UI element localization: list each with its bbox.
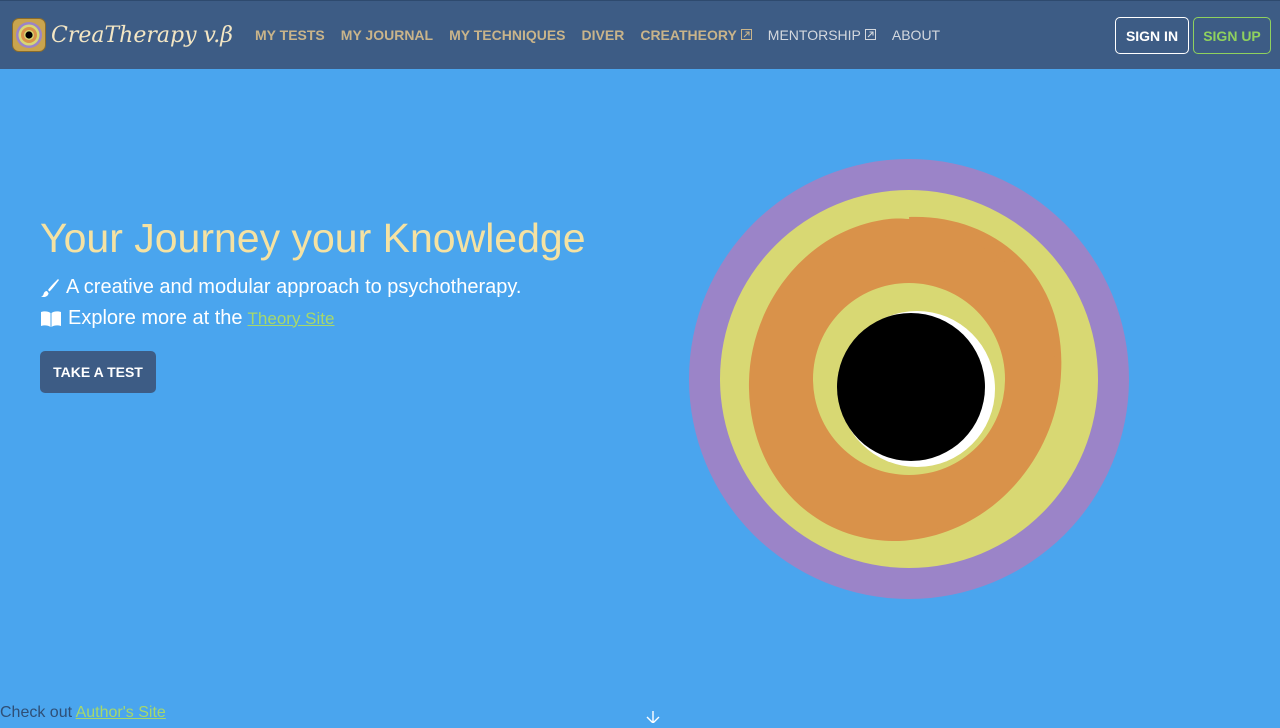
brand-name: CreaTherapy v.β bbox=[51, 22, 234, 48]
nav-creatheory-label: CREATHEORY bbox=[640, 27, 737, 43]
hero-tagline-text: A creative and modular approach to psych… bbox=[66, 276, 522, 298]
footer-note: Check out Author's Site bbox=[0, 704, 166, 722]
hero-title: Your Journey your Knowledge bbox=[40, 215, 586, 261]
auth-buttons: SIGN IN SIGN UP bbox=[1115, 17, 1271, 54]
external-link-icon bbox=[864, 27, 876, 43]
nav-diver[interactable]: DIVER bbox=[582, 27, 625, 43]
nav-links: MY TESTS MY JOURNAL MY TECHNIQUES DIVER … bbox=[255, 1, 956, 70]
brand[interactable]: CreaTherapy v.β bbox=[12, 1, 233, 70]
nav-about[interactable]: ABOUT bbox=[892, 27, 940, 43]
author-site-link[interactable]: Author's Site bbox=[76, 704, 166, 721]
nav-mentorship-label: MENTORSHIP bbox=[767, 27, 861, 43]
theory-site-link[interactable]: Theory Site bbox=[248, 309, 335, 329]
sign-up-button[interactable]: SIGN UP bbox=[1193, 17, 1271, 54]
nav-mentorship[interactable]: MENTORSHIP bbox=[768, 27, 876, 43]
nav-my-journal[interactable]: MY JOURNAL bbox=[341, 27, 433, 43]
sign-in-button[interactable]: SIGN IN bbox=[1115, 17, 1189, 54]
nav-my-techniques[interactable]: MY TECHNIQUES bbox=[449, 27, 565, 43]
hero-explore: Explore more at the Theory Site bbox=[40, 307, 334, 330]
scroll-down-icon[interactable] bbox=[645, 710, 661, 724]
external-link-icon bbox=[740, 27, 752, 43]
hero-logo-illustration bbox=[689, 159, 1129, 599]
hero-tagline: A creative and modular approach to psych… bbox=[40, 276, 521, 299]
brand-logo-icon bbox=[12, 18, 46, 52]
top-navbar: CreaTherapy v.β MY TESTS MY JOURNAL MY T… bbox=[0, 0, 1280, 69]
book-icon bbox=[40, 310, 62, 328]
hero-explore-text: Explore more at the bbox=[68, 307, 243, 329]
take-a-test-button[interactable]: TAKE A TEST bbox=[40, 351, 156, 393]
nav-creatheory[interactable]: CREATHEORY bbox=[640, 27, 752, 43]
paintbrush-icon bbox=[40, 278, 60, 298]
footer-prefix: Check out bbox=[0, 704, 73, 721]
nav-my-tests[interactable]: MY TESTS bbox=[255, 27, 325, 43]
